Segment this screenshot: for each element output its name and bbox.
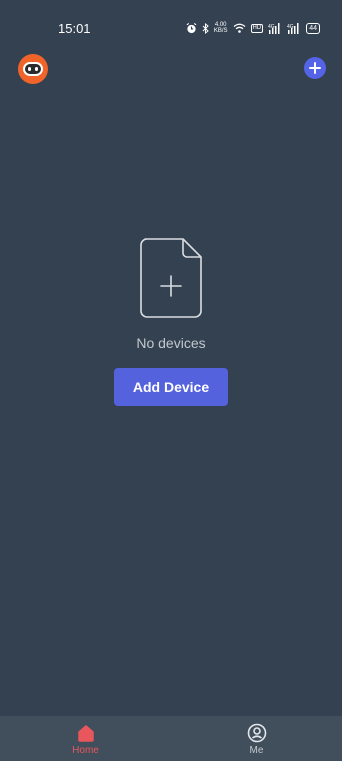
speed-unit: KB/S — [213, 28, 228, 34]
hd-badge: HD — [250, 23, 264, 33]
top-bar — [0, 52, 342, 86]
bottom-tab-bar: Home Me — [0, 716, 342, 761]
plus-icon — [309, 62, 321, 74]
avatar-face — [23, 62, 43, 76]
user-circle-icon — [247, 723, 266, 743]
empty-message: No devices — [136, 335, 206, 351]
status-time: 15:01 — [58, 20, 91, 36]
tab-home-label: Home — [72, 745, 99, 756]
signal-icon-2: 4G — [287, 22, 301, 34]
home-icon — [77, 725, 94, 742]
wifi-icon — [233, 23, 246, 33]
avatar-eye-left — [28, 67, 31, 71]
file-add-icon — [140, 238, 202, 318]
alarm-icon — [186, 22, 197, 34]
empty-state: No devices Add Device — [0, 238, 342, 406]
avatar-eye-right — [35, 67, 38, 71]
add-device-button[interactable]: Add Device — [114, 368, 228, 406]
status-bar: 15:01 4.00 KB/S HD 4G 4G 44 — [0, 0, 342, 56]
battery-indicator: 44 — [306, 22, 320, 34]
svg-text:4G: 4G — [268, 24, 275, 30]
tab-me[interactable]: Me — [171, 716, 342, 761]
tab-me-label: Me — [249, 745, 264, 756]
add-button[interactable] — [304, 57, 326, 79]
network-speed: 4.00 KB/S — [214, 22, 228, 34]
robot-avatar-icon[interactable] — [18, 54, 48, 84]
tab-home[interactable]: Home — [0, 716, 171, 761]
bluetooth-icon — [202, 22, 209, 34]
signal-icon-1: 4G — [268, 22, 282, 34]
svg-text:4G: 4G — [287, 24, 294, 30]
status-icons: 4.00 KB/S HD 4G 4G 44 — [186, 22, 320, 34]
